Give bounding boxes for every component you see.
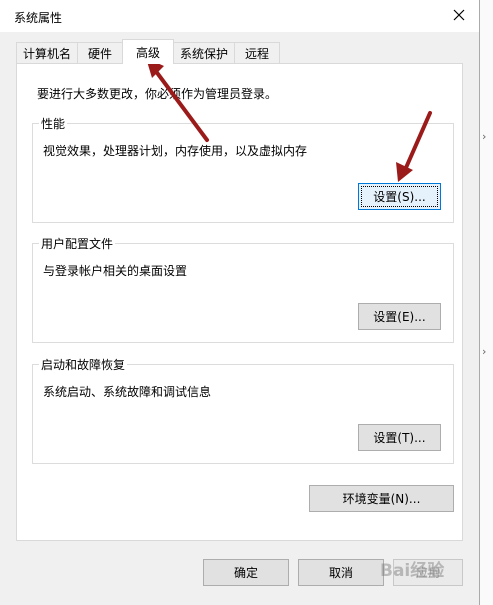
startup-recovery-description: 系统启动、系统故障和调试信息 — [43, 385, 212, 399]
performance-title: 性能 — [39, 115, 68, 132]
watermark-text: Bai经验 — [380, 561, 445, 581]
startup-recovery-settings-button[interactable]: 设置(T)... — [358, 424, 441, 451]
user-profile-description: 与登录帐户相关的桌面设置 — [43, 264, 188, 278]
user-profile-title: 用户配置文件 — [39, 235, 116, 252]
tab-remote[interactable]: 远程 — [234, 42, 280, 63]
performance-description: 视觉效果，处理器计划，内存使用，以及虚拟内存 — [43, 144, 308, 158]
background-window-strip: › › — [480, 0, 493, 605]
tab-computer-name[interactable]: 计算机名 — [16, 42, 78, 63]
tab-system-protection[interactable]: 系统保护 — [173, 42, 235, 63]
system-properties-dialog: 系统属性 计算机名 硬件 高级 系统保护 远程 要进行大多数更改，你必须作为管理… — [0, 0, 480, 605]
tab-advanced[interactable]: 高级 — [122, 39, 174, 64]
startup-recovery-title: 启动和故障恢复 — [39, 356, 128, 373]
ok-button[interactable]: 确定 — [203, 559, 289, 586]
background-glyph-icon: › — [482, 345, 487, 358]
background-glyph-icon: › — [482, 130, 487, 143]
performance-settings-button[interactable]: 设置(S)... — [358, 183, 441, 210]
user-profile-settings-button[interactable]: 设置(E)... — [358, 303, 441, 330]
admin-note: 要进行大多数更改，你必须作为管理员登录。 — [37, 87, 278, 101]
window-title: 系统属性 — [14, 11, 63, 25]
environment-variables-button[interactable]: 环境变量(N)... — [309, 485, 454, 512]
cancel-button[interactable]: 取消 — [298, 559, 384, 586]
close-button[interactable] — [439, 0, 479, 32]
title-bar: 系统属性 — [0, 0, 479, 32]
tab-hardware[interactable]: 硬件 — [77, 42, 123, 63]
close-icon — [453, 9, 465, 24]
